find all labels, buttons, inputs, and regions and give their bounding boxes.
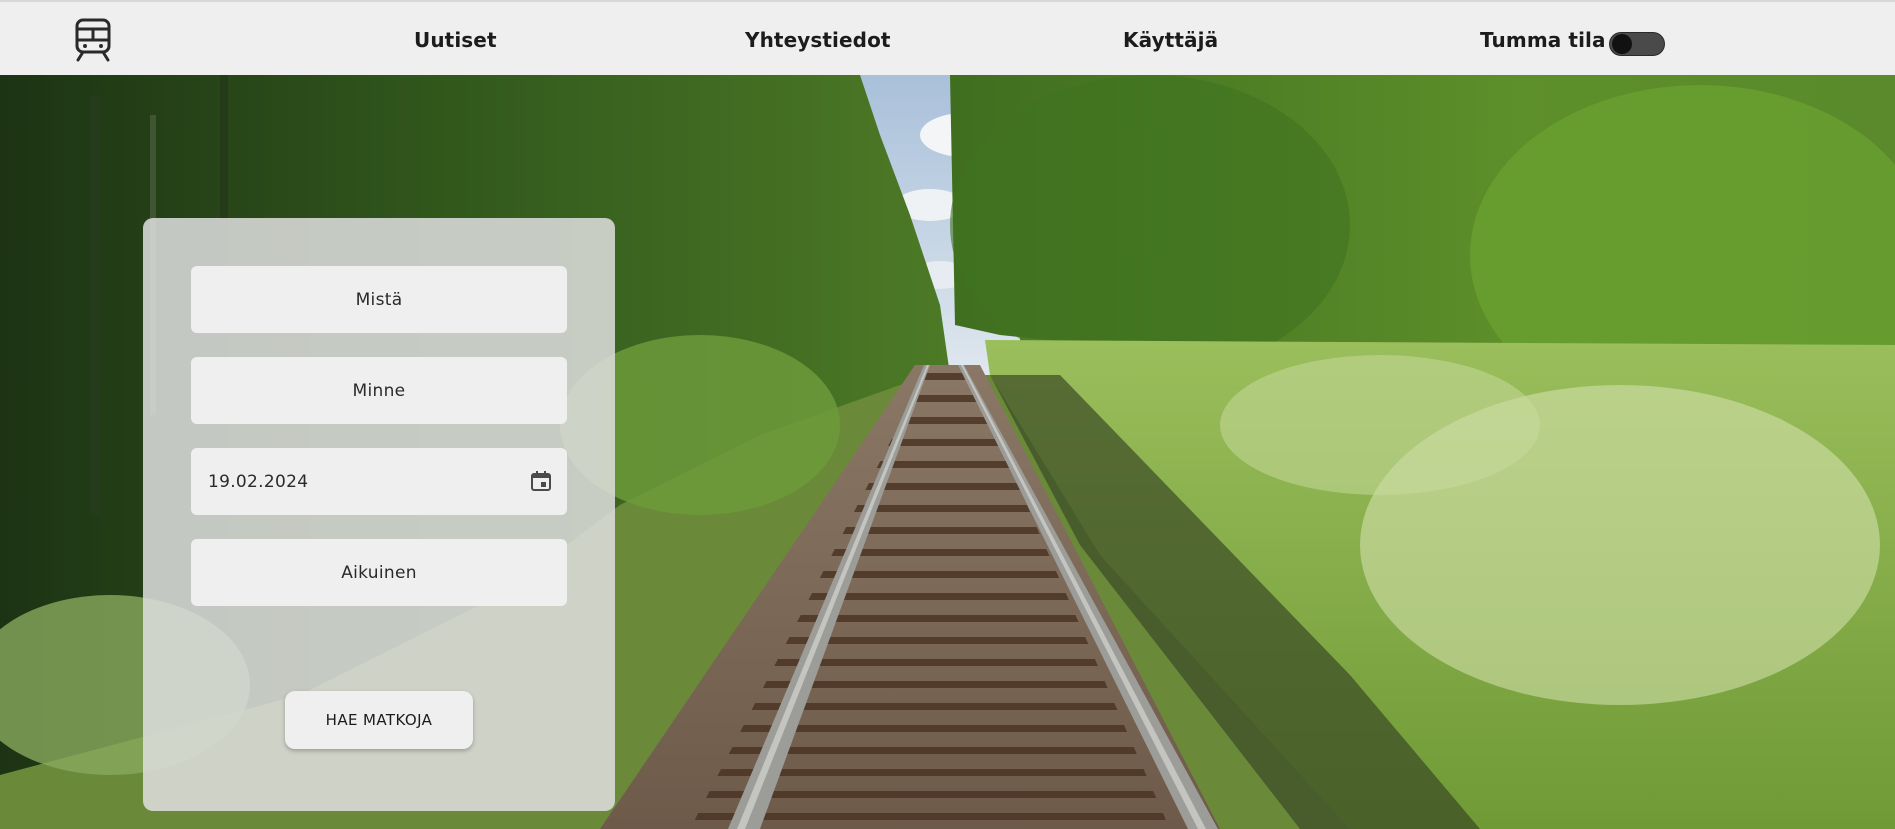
train-icon[interactable] [74, 18, 112, 62]
nav-link-news[interactable]: Uutiset [414, 28, 497, 52]
dark-mode-toggle[interactable] [1609, 32, 1665, 56]
trip-search-panel: Mistä Minne 19.02.2024 Aikuinen HAE MATK… [143, 218, 615, 811]
to-field[interactable]: Minne [191, 357, 567, 424]
date-value: 19.02.2024 [208, 472, 309, 492]
passenger-type-value: Aikuinen [341, 563, 417, 583]
from-field[interactable]: Mistä [191, 266, 567, 333]
search-trips-button-label: HAE MATKOJA [325, 711, 433, 729]
nav-link-user[interactable]: Käyttäjä [1123, 28, 1218, 52]
nav-link-contact[interactable]: Yhteystiedot [745, 28, 891, 52]
date-field[interactable]: 19.02.2024 [191, 448, 567, 515]
to-field-placeholder: Minne [352, 381, 406, 401]
search-trips-button[interactable]: HAE MATKOJA [285, 691, 473, 749]
top-navbar: Uutiset Yhteystiedot Käyttäjä Tumma tila [0, 0, 1895, 75]
dark-mode-label: Tumma tila [1480, 28, 1606, 52]
from-field-placeholder: Mistä [355, 290, 403, 310]
toggle-knob [1612, 34, 1632, 54]
passenger-type-select[interactable]: Aikuinen [191, 539, 567, 606]
page: Uutiset Yhteystiedot Käyttäjä Tumma tila [0, 0, 1895, 829]
calendar-icon[interactable] [529, 469, 553, 493]
